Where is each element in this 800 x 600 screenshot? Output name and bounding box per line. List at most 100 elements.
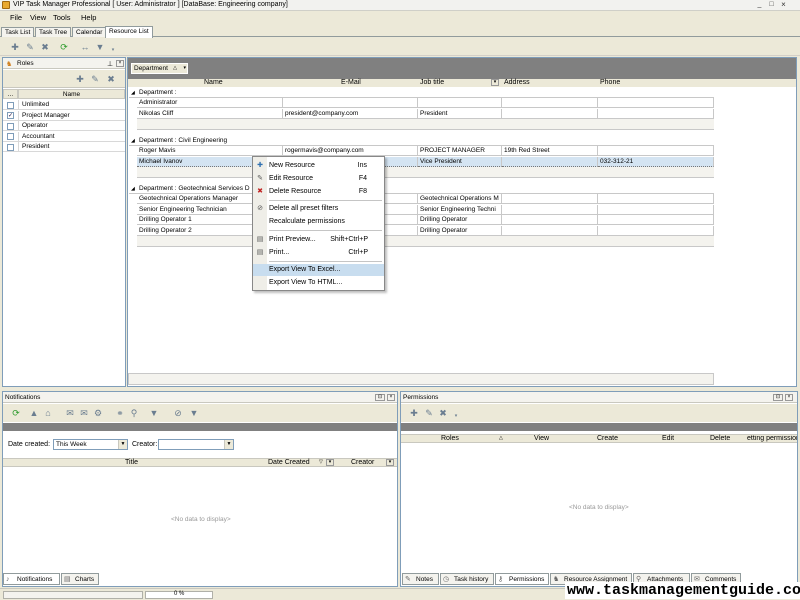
notif-attach-icon[interactable]: ⚲: [129, 408, 139, 418]
col-create[interactable]: Create: [597, 435, 618, 442]
role-checkbox[interactable]: [7, 133, 14, 140]
notif-mail-icon[interactable]: ✉: [79, 408, 89, 418]
add-icon[interactable]: ✚: [10, 42, 20, 52]
role-add-icon[interactable]: ✚: [75, 74, 85, 84]
edit-icon[interactable]: ✎: [25, 42, 35, 52]
col-title[interactable]: Title: [125, 459, 138, 466]
notif-settings-icon[interactable]: ⚙: [93, 408, 103, 418]
grid-cell-address[interactable]: [502, 156, 598, 167]
menu-item-recalculate-permissions[interactable]: Recalculate permissions: [253, 216, 384, 228]
menu-tools[interactable]: Tools: [53, 13, 71, 22]
role-item[interactable]: President: [18, 142, 125, 152]
tab-notifications[interactable]: ♪ Notifications: [3, 573, 60, 585]
notif-filter-icon[interactable]: ▼: [149, 408, 159, 418]
perm-add-icon[interactable]: ✚: [409, 408, 419, 418]
notif-read-icon[interactable]: ✉: [65, 408, 75, 418]
col-job-title[interactable]: Job title: [420, 79, 444, 86]
filter-dropdown-icon[interactable]: ▾: [183, 64, 186, 73]
role-item[interactable]: Unlimited: [18, 100, 125, 110]
grid-cell-address[interactable]: [502, 204, 598, 215]
grid-cell-job[interactable]: Vice President: [418, 156, 502, 167]
grid-cell-phone[interactable]: [598, 194, 714, 204]
tab-charts[interactable]: ▤ Charts: [61, 573, 99, 585]
group-row[interactable]: ◢ Department : Geotechnical Services D: [129, 184, 714, 194]
columns-icon[interactable]: ↔: [80, 42, 90, 52]
grid-cell-job[interactable]: Geotechnical Operations M: [418, 194, 502, 204]
perm-pin-icon[interactable]: ⊡: [773, 394, 783, 401]
grid-cell-job[interactable]: Drilling Operator: [418, 215, 502, 225]
date-created-select[interactable]: This Week ▼: [53, 439, 128, 450]
col-address[interactable]: Address: [504, 79, 530, 86]
notif-refresh-icon[interactable]: ⟳: [11, 408, 21, 418]
col-view[interactable]: View: [534, 435, 549, 442]
collapse-icon[interactable]: ◢: [131, 88, 135, 98]
role-checkbox[interactable]: [7, 101, 14, 109]
role-checkbox[interactable]: [7, 122, 14, 130]
perm-delete-icon[interactable]: ✖: [438, 408, 448, 418]
grid-cell-address[interactable]: [502, 194, 598, 204]
grid-cell-address[interactable]: 19th Red Street: [502, 146, 598, 156]
role-checkbox[interactable]: ✓: [7, 112, 14, 119]
role-delete-icon[interactable]: ✖: [106, 74, 116, 84]
grid-cell-address[interactable]: [502, 225, 598, 236]
grid-cell-phone[interactable]: [598, 204, 714, 215]
tab-resource-list[interactable]: Resource List: [105, 26, 153, 38]
collapse-icon[interactable]: ◢: [131, 184, 135, 194]
menu-item-export-view-to-html[interactable]: Export View To HTML...: [253, 277, 384, 289]
refresh-icon[interactable]: ⟳: [59, 42, 69, 52]
role-item[interactable]: Operator: [18, 121, 125, 131]
grid-cell-job[interactable]: PROJECT MANAGER: [418, 146, 502, 156]
col-setting-permissions[interactable]: etting permission: [747, 435, 797, 442]
grid-cell-phone[interactable]: [598, 225, 714, 236]
notif-home-icon[interactable]: ⌂: [43, 408, 53, 418]
tab-notes[interactable]: ✎ Notes: [402, 573, 439, 585]
tab-task-history[interactable]: ◷ Task history: [440, 573, 494, 585]
collapse-icon[interactable]: ◢: [131, 136, 135, 146]
menu-file[interactable]: File: [10, 13, 22, 22]
delete-icon[interactable]: ✖: [40, 42, 50, 52]
menu-item-edit-resource[interactable]: ✎ Edit Resource F4: [253, 173, 384, 185]
notif-close-icon[interactable]: ×: [387, 394, 395, 401]
grid-cell-address[interactable]: [502, 108, 598, 119]
minimize-button[interactable]: _: [755, 1, 764, 9]
col-name[interactable]: Name: [204, 79, 223, 86]
dropdown-icon[interactable]: ▾: [108, 45, 118, 55]
group-row[interactable]: ◢ Department : Civil Engineering: [129, 136, 714, 146]
perm-dropdown-icon[interactable]: ▾: [451, 411, 461, 421]
maximize-button[interactable]: □: [767, 1, 776, 9]
grid-cell-job[interactable]: President: [418, 108, 502, 119]
tab-task-tree[interactable]: Task Tree: [35, 27, 72, 37]
groupby-department[interactable]: Department △ ▾: [131, 63, 188, 74]
menu-help[interactable]: Help: [81, 13, 96, 22]
grid-cell-address[interactable]: [502, 98, 598, 108]
col-creator[interactable]: Creator: [351, 459, 374, 466]
grid-cell-phone[interactable]: [598, 98, 714, 108]
grid-cell-address[interactable]: [502, 215, 598, 225]
grid-cell-phone[interactable]: [598, 108, 714, 119]
col-delete[interactable]: Delete: [710, 435, 730, 442]
menu-item-delete-resource[interactable]: ✖ Delete Resource F8: [253, 186, 384, 198]
notif-clear-filter-icon[interactable]: ⊘: [173, 408, 183, 418]
col-email[interactable]: E-Mail: [341, 79, 361, 86]
job-filter-icon[interactable]: ▾: [491, 79, 499, 86]
menu-item-print-preview[interactable]: ▤ Print Preview... Shift+Ctrl+P: [253, 234, 384, 246]
col-edit[interactable]: Edit: [662, 435, 674, 442]
grid-cell-email[interactable]: president@company.com: [283, 108, 418, 119]
creator-filter-icon[interactable]: ▾: [386, 459, 394, 466]
col-roles[interactable]: Roles: [441, 435, 459, 442]
grid-cell-name[interactable]: Administrator: [137, 98, 283, 108]
tab-task-list[interactable]: Task List: [1, 27, 35, 37]
tab-calendar[interactable]: Calendar: [72, 27, 107, 37]
grid-cell-name[interactable]: Nikolas Cliff: [137, 108, 283, 119]
notif-up-icon[interactable]: ▲: [29, 408, 39, 418]
menu-item-export-view-to-excel[interactable]: Export View To Excel...: [253, 264, 384, 276]
grid-cell-phone[interactable]: [598, 146, 714, 156]
chevron-down-icon[interactable]: ▼: [224, 440, 233, 449]
menu-item-new-resource[interactable]: ✚ New Resource Ins: [253, 160, 384, 172]
notif-pin-icon[interactable]: ⊡: [375, 394, 385, 401]
tab-permissions[interactable]: ⚷ Permissions: [495, 573, 549, 585]
notif-link-icon[interactable]: ⚭: [115, 408, 125, 418]
group-row[interactable]: ◢ Department :: [129, 88, 714, 98]
close-panel-icon[interactable]: ×: [116, 60, 124, 67]
pin-icon[interactable]: ⊥: [107, 60, 113, 68]
